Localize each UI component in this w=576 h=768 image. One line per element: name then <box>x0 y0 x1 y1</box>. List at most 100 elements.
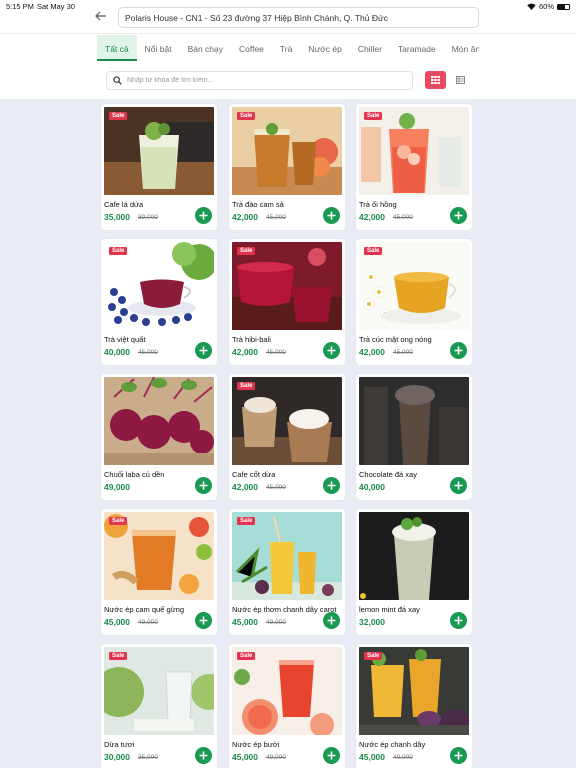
add-to-cart-button[interactable] <box>195 207 212 224</box>
product-card[interactable]: lemon mint đá xay 32,000 <box>356 509 472 635</box>
plus-icon <box>454 751 463 760</box>
product-price: 42,000 <box>232 347 258 357</box>
tab-5[interactable]: Nước ép <box>300 35 349 61</box>
battery-icon <box>557 3 570 10</box>
list-view-icon <box>455 76 465 84</box>
product-image <box>359 647 469 735</box>
add-to-cart-button[interactable] <box>195 477 212 494</box>
add-to-cart-button[interactable] <box>195 747 212 764</box>
plus-icon <box>199 751 208 760</box>
product-image <box>359 377 469 465</box>
plus-icon <box>327 346 336 355</box>
product-old-price: 49,000 <box>138 619 158 626</box>
product-image <box>104 512 214 600</box>
sale-badge: Sale <box>237 112 256 120</box>
product-card[interactable]: Sale Trà đào cam sả 42,000 45,000 <box>229 104 345 230</box>
product-image <box>104 107 214 195</box>
plus-icon <box>199 346 208 355</box>
tab-1[interactable]: Nổi bật <box>137 35 180 61</box>
product-card[interactable]: Chocolate đá xay 40,000 <box>356 374 472 500</box>
product-card[interactable]: Sale Cafe cốt dừa 42,000 45,000 <box>229 374 345 500</box>
sale-badge: Sale <box>237 517 256 525</box>
add-to-cart-button[interactable] <box>195 342 212 359</box>
add-to-cart-button[interactable] <box>323 612 340 629</box>
product-price: 45,000 <box>232 752 258 762</box>
product-price: 42,000 <box>232 482 258 492</box>
sale-badge: Sale <box>109 517 128 525</box>
product-card[interactable]: Sale Nước ép chanh dây 45,000 49,000 <box>356 644 472 768</box>
product-image <box>104 242 214 330</box>
product-price: 45,000 <box>232 617 258 627</box>
product-card[interactable]: Sale Nước ép thơm chanh dây carot 45,000 49… <box>229 509 345 635</box>
plus-icon <box>327 481 336 490</box>
product-price: 42,000 <box>359 347 385 357</box>
product-card[interactable]: Sale Trà ổi hồng 42,000 45,000 <box>356 104 472 230</box>
product-card[interactable]: Chuối laba củ dền 49,000 <box>101 374 217 500</box>
product-card[interactable]: Sale Cafe lá dứa 35,000 39,000 <box>101 104 217 230</box>
product-old-price: 39,000 <box>138 214 158 221</box>
arrow-left-icon <box>95 11 106 21</box>
product-card[interactable]: Sale Trà cúc mật ong nóng 42,000 45,000 <box>356 239 472 365</box>
battery-percent: 60% <box>538 2 554 11</box>
product-card[interactable]: Sale Trà việt quất 40,000 45,000 <box>101 239 217 365</box>
add-to-cart-button[interactable] <box>450 612 467 629</box>
search-box[interactable] <box>106 71 413 90</box>
product-image <box>104 377 214 465</box>
tab-2[interactable]: Bán chạy <box>180 35 231 61</box>
add-to-cart-button[interactable] <box>323 747 340 764</box>
store-address-field[interactable]: Polaris House - CN1 - Số 23 đường 37 Hiệ… <box>118 7 479 28</box>
product-price: 35,000 <box>104 212 130 222</box>
product-old-price: 49,000 <box>266 754 286 761</box>
product-image <box>359 512 469 600</box>
status-date: Sat May 30 <box>37 2 75 11</box>
product-card[interactable]: Sale Trà hibi-bali 42,000 45,000 <box>229 239 345 365</box>
product-price: 40,000 <box>359 482 385 492</box>
add-to-cart-button[interactable] <box>195 612 212 629</box>
sale-badge: Sale <box>237 247 256 255</box>
product-grid: Sale Cafe lá dứa 35,000 39,000 Sale Trà đào c… <box>0 99 576 768</box>
sale-badge: Sale <box>364 652 383 660</box>
sale-badge: Sale <box>237 382 256 390</box>
add-to-cart-button[interactable] <box>323 207 340 224</box>
product-image <box>232 647 342 735</box>
product-old-price: 45,000 <box>393 349 413 356</box>
product-card[interactable]: Sale Nước ép cam quế gừng 45,000 49,000 <box>101 509 217 635</box>
plus-icon <box>199 211 208 220</box>
product-card[interactable]: Sale Dừa tươi 30,000 35,000 <box>101 644 217 768</box>
battery-fill <box>558 4 565 9</box>
tab-0[interactable]: Tất cả <box>97 35 137 61</box>
product-old-price: 45,000 <box>393 214 413 221</box>
add-to-cart-button[interactable] <box>450 747 467 764</box>
add-to-cart-button[interactable] <box>450 207 467 224</box>
add-to-cart-button[interactable] <box>323 342 340 359</box>
back-button[interactable] <box>95 8 107 24</box>
product-card[interactable]: Sale Nước ép bưởi 45,000 49,000 <box>229 644 345 768</box>
tab-8[interactable]: Món ăn <box>444 35 479 61</box>
product-price: 45,000 <box>104 617 130 627</box>
product-old-price: 49,000 <box>393 754 413 761</box>
tab-7[interactable]: Taramade <box>390 35 444 61</box>
grid-view-button[interactable] <box>425 71 446 89</box>
tab-4[interactable]: Trà <box>272 35 300 61</box>
plus-icon <box>454 481 463 490</box>
product-image <box>232 377 342 465</box>
category-tabs: Tất cả Nổi bật Bán chạy Coffee Trà Nước ép Chi… <box>97 35 479 61</box>
product-price: 42,000 <box>232 212 258 222</box>
add-to-cart-button[interactable] <box>450 477 467 494</box>
plus-icon <box>199 481 208 490</box>
add-to-cart-button[interactable] <box>323 477 340 494</box>
product-image <box>232 107 342 195</box>
add-to-cart-button[interactable] <box>450 342 467 359</box>
plus-icon <box>454 211 463 220</box>
status-time: 5:15 PM <box>6 2 34 11</box>
product-price: 30,000 <box>104 752 130 762</box>
product-image <box>359 107 469 195</box>
header-divider <box>0 33 576 34</box>
sale-badge: Sale <box>109 652 128 660</box>
tab-3[interactable]: Coffee <box>231 35 272 61</box>
wifi-icon <box>527 3 536 10</box>
list-view-button[interactable] <box>452 71 468 89</box>
tab-6[interactable]: Chiller <box>350 35 390 61</box>
product-image <box>232 242 342 330</box>
search-input[interactable] <box>127 77 407 84</box>
